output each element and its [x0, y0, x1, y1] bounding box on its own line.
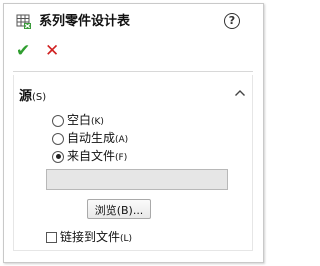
browse-button-label: 浏览(B)...: [94, 204, 144, 217]
source-group: 源(S) 空白(K) 自动生成(A) 来自文件(F) 浏览(B)... 链接到文…: [13, 75, 253, 251]
radio-blank-button[interactable]: [52, 114, 64, 127]
chevron-up-icon[interactable]: [234, 88, 246, 98]
radio-auto-create[interactable]: 自动生成(A): [52, 128, 128, 145]
title-bar: 系列零件设计表 ?: [7, 7, 259, 35]
section-divider: [13, 71, 253, 72]
link-to-file-checkbox[interactable]: [46, 232, 57, 243]
source-group-header[interactable]: 源(S): [19, 87, 46, 106]
radio-auto-create-button[interactable]: [52, 132, 64, 145]
ok-button[interactable]: ✔: [16, 43, 32, 60]
link-to-file-option[interactable]: 链接到文件(L): [46, 227, 132, 244]
source-group-mnemonic: (S): [32, 92, 47, 103]
source-group-title: 源: [19, 89, 33, 104]
radio-blank-label: 空白(K): [67, 112, 104, 127]
design-table-property-manager: 系列零件设计表 ? ✔ ✕ 源(S) 空白(K) 自动生成(A) 来自文件(F): [7, 7, 259, 259]
browse-button[interactable]: 浏览(B)...: [87, 199, 151, 219]
design-table-icon: [16, 14, 31, 29]
link-to-file-label: 链接到文件(L): [60, 229, 133, 244]
radio-blank[interactable]: 空白(K): [52, 110, 104, 127]
panel-title: 系列零件设计表: [39, 14, 131, 29]
radio-auto-create-label: 自动生成(A): [67, 130, 129, 145]
radio-from-file-button[interactable]: [52, 150, 64, 163]
radio-from-file[interactable]: 来自文件(F): [52, 146, 127, 163]
screenshot-frame: 系列零件设计表 ? ✔ ✕ 源(S) 空白(K) 自动生成(A) 来自文件(F): [0, 0, 267, 266]
file-path-input[interactable]: [46, 169, 228, 190]
help-icon[interactable]: ?: [224, 13, 240, 29]
radio-from-file-label: 来自文件(F): [67, 148, 128, 163]
cancel-button[interactable]: ✕: [45, 43, 61, 60]
